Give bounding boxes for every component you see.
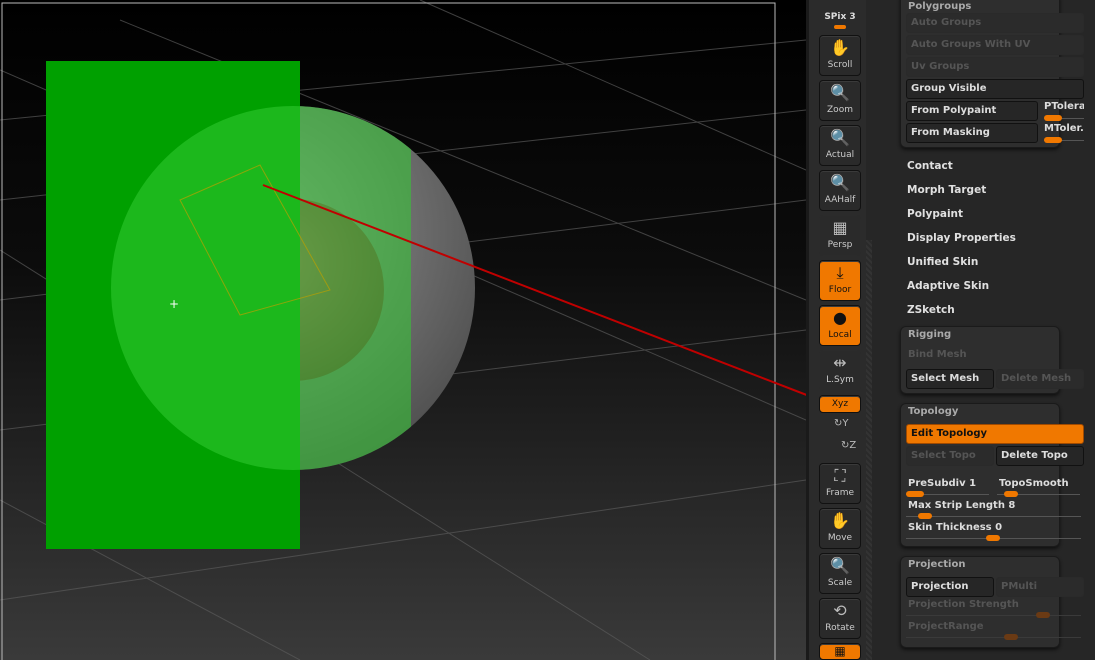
- section-display-properties[interactable]: Display Properties: [907, 232, 1016, 244]
- projection-title[interactable]: Projection: [908, 559, 965, 570]
- floor-icon: ⤓: [836, 263, 844, 282]
- toposmooth-label: TopoSmooth: [999, 478, 1069, 489]
- aahalf-button[interactable]: 🔍 AAHalf: [819, 170, 861, 211]
- uv-groups-button[interactable]: Uv Groups: [906, 57, 1084, 77]
- select-topo-button[interactable]: Select Topo: [906, 446, 994, 466]
- rotate-xyz-button[interactable]: Xyz: [819, 395, 861, 413]
- section-morph-target[interactable]: Morph Target: [907, 184, 986, 196]
- topology-title[interactable]: Topology: [908, 406, 958, 417]
- skin-thickness-label: Skin Thickness 0: [908, 522, 1003, 533]
- zoom-button[interactable]: 🔍 Zoom: [819, 80, 861, 121]
- delete-topo-button[interactable]: Delete Topo: [996, 446, 1084, 466]
- projection-strength-label: Projection Strength: [908, 599, 1019, 610]
- from-polypaint-button[interactable]: From Polypaint: [906, 101, 1038, 121]
- local-icon: ●: [833, 308, 847, 327]
- polygroups-panel: Polygroups Auto Groups Auto Groups With …: [900, 0, 1084, 148]
- grid-perspective-icon: ▦: [832, 218, 848, 237]
- max-strip-length-label: Max Strip Length 8: [908, 500, 1016, 511]
- group-visible-button[interactable]: Group Visible: [906, 79, 1084, 99]
- magnifier-half-icon: 🔍: [830, 173, 850, 192]
- magnifier-x1-icon: 🔍: [830, 128, 850, 147]
- polyframe-icon: ▦: [834, 644, 846, 658]
- presubdiv-label: PreSubdiv 1: [908, 478, 977, 489]
- hand-icon: ✋: [830, 38, 850, 57]
- section-zsketch[interactable]: ZSketch: [907, 304, 955, 316]
- scale-icon: 🔍: [830, 556, 850, 575]
- frame-button[interactable]: ⛶ Frame: [819, 463, 861, 504]
- projection-panel: Projection Projection PMulti Projection …: [900, 556, 1084, 648]
- rotate-icon: ⟲: [833, 601, 847, 620]
- topology-panel: Topology Edit Topology Select Topo Delet…: [900, 403, 1084, 547]
- frame-icon: ⛶: [834, 466, 846, 485]
- auto-groups-button[interactable]: Auto Groups: [906, 13, 1084, 33]
- rotate-z-button[interactable]: ↻Z: [841, 440, 856, 451]
- edit-topology-button[interactable]: Edit Topology: [906, 424, 1084, 444]
- presubdiv-slider[interactable]: [906, 491, 989, 497]
- magnifier-icon: 🔍: [830, 83, 850, 102]
- skin-thickness-slider[interactable]: [906, 535, 1081, 541]
- toposmooth-slider[interactable]: [997, 491, 1080, 497]
- delete-mesh-button[interactable]: Delete Mesh: [996, 369, 1084, 389]
- actual-button[interactable]: 🔍 Actual: [819, 125, 861, 166]
- rotate-y-button[interactable]: ↻Y: [834, 418, 849, 429]
- from-masking-button[interactable]: From Masking: [906, 123, 1038, 143]
- auto-groups-uv-button[interactable]: Auto Groups With UV: [906, 35, 1084, 55]
- tool-palette: Polygroups Auto Groups Auto Groups With …: [872, 0, 1095, 660]
- projection-button[interactable]: Projection: [906, 577, 994, 597]
- floor-button[interactable]: ⤓ Floor: [819, 260, 861, 301]
- lsym-button[interactable]: ⇹ L.Sym: [819, 350, 861, 391]
- right-shelf-toolbar: SPix 3 ✋ Scroll 🔍 Zoom 🔍 Actual 🔍 AAHalf ▦ Pe…: [806, 0, 866, 660]
- section-polypaint[interactable]: Polypaint: [907, 208, 963, 220]
- mtolerance-slider[interactable]: [1044, 137, 1084, 143]
- ptolerance-slider[interactable]: [1044, 115, 1084, 121]
- cursor-crosshair: +: [169, 297, 179, 311]
- rigging-title[interactable]: Rigging: [908, 329, 951, 340]
- rotate-xyz-icon: Xyz: [831, 399, 849, 409]
- rigging-panel: Rigging Bind Mesh Select Mesh Delete Mes…: [900, 326, 1084, 394]
- local-button[interactable]: ● Local: [819, 305, 861, 346]
- persp-button[interactable]: ▦ Persp: [819, 215, 861, 256]
- polyframe-button[interactable]: ▦: [819, 643, 861, 660]
- max-strip-length-slider[interactable]: [906, 513, 1081, 519]
- 3d-viewport[interactable]: +: [0, 0, 806, 660]
- move-icon: ✋: [830, 511, 850, 530]
- move-button[interactable]: ✋ Move: [819, 508, 861, 549]
- pmulti-button[interactable]: PMulti: [996, 577, 1084, 597]
- viewport-canvas: +: [0, 0, 806, 660]
- projection-strength-slider[interactable]: [906, 612, 1081, 618]
- polygroups-title[interactable]: Polygroups: [908, 1, 971, 12]
- section-unified-skin[interactable]: Unified Skin: [907, 256, 978, 268]
- project-range-slider[interactable]: [906, 634, 1081, 640]
- select-mesh-button[interactable]: Select Mesh: [906, 369, 994, 389]
- rotate-button[interactable]: ⟲ Rotate: [819, 598, 861, 639]
- mtolerance-label: MToler.: [1044, 123, 1084, 134]
- scale-button[interactable]: 🔍 Scale: [819, 553, 861, 594]
- symmetry-icon: ⇹: [833, 353, 847, 372]
- ptolerance-label: PTolera: [1044, 101, 1084, 112]
- scroll-button[interactable]: ✋ Scroll: [819, 35, 861, 76]
- spix-slider[interactable]: SPix 3: [819, 12, 861, 29]
- project-range-label: ProjectRange: [908, 621, 984, 632]
- section-adaptive-skin[interactable]: Adaptive Skin: [907, 280, 989, 292]
- bind-mesh-button[interactable]: Bind Mesh: [908, 349, 967, 360]
- section-contact[interactable]: Contact: [907, 160, 953, 172]
